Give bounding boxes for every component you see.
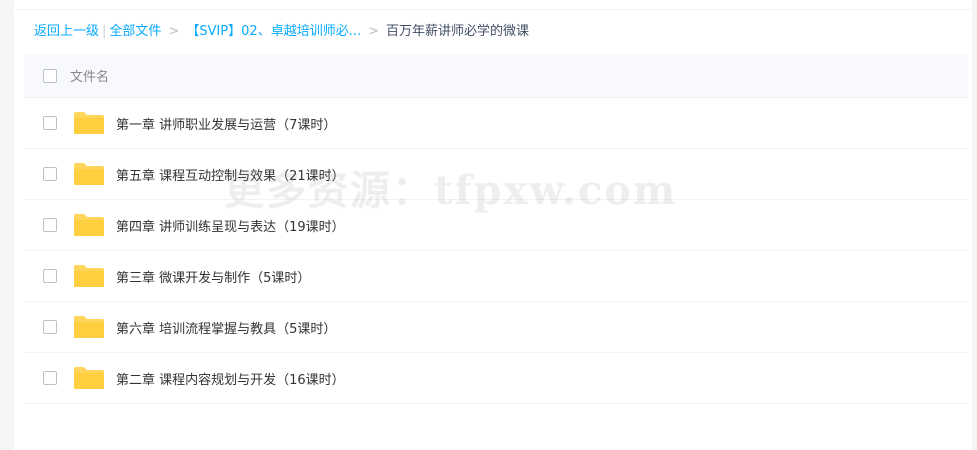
- file-name[interactable]: 第四章 讲师训练呈现与表达（19课时）: [116, 216, 345, 235]
- right-scrollbar-gutter: [972, 0, 977, 450]
- current-folder: 百万年薪讲师必学的微课: [386, 24, 530, 39]
- row-checkbox[interactable]: [43, 116, 57, 130]
- folder-icon: [74, 214, 104, 236]
- column-header-filename: 文件名: [70, 70, 110, 85]
- row-checkbox[interactable]: [43, 320, 57, 334]
- folder-icon: [74, 163, 104, 185]
- parent-folder-link[interactable]: 【SVIP】02、卓越培训师必...: [186, 24, 361, 39]
- file-row[interactable]: 第五章 课程互动控制与效果（21课时）: [24, 149, 968, 200]
- all-files-link[interactable]: 全部文件: [109, 24, 161, 39]
- file-name[interactable]: 第二章 课程内容规划与开发（16课时）: [116, 369, 345, 388]
- breadcrumb: 返回上一级 | 全部文件 > 【SVIP】02、卓越培训师必... > 百万年薪讲师必学的微…: [34, 23, 529, 41]
- select-all-checkbox[interactable]: [43, 68, 57, 83]
- file-row[interactable]: 第二章 课程内容规划与开发（16课时）: [24, 353, 968, 404]
- left-sidebar-gutter: [0, 0, 14, 450]
- folder-icon: [74, 367, 104, 389]
- file-name[interactable]: 第五章 课程互动控制与效果（21课时）: [116, 165, 345, 184]
- row-checkbox[interactable]: [43, 218, 57, 232]
- file-row[interactable]: 第三章 微课开发与制作（5课时）: [24, 251, 968, 302]
- file-row[interactable]: 第六章 培训流程掌握与教具（5课时）: [24, 302, 968, 353]
- row-checkbox[interactable]: [43, 269, 57, 283]
- back-link[interactable]: 返回上一级: [34, 24, 99, 39]
- row-checkbox[interactable]: [43, 371, 57, 385]
- folder-icon: [74, 112, 104, 134]
- top-divider: [14, 9, 972, 10]
- folder-icon: [74, 316, 104, 338]
- folder-icon: [74, 265, 104, 287]
- file-list: 文件名 第一章 讲师职业发展与运营（7课时） 第五章 课程互动控制与效果（21课…: [24, 54, 968, 404]
- row-checkbox[interactable]: [43, 167, 57, 181]
- breadcrumb-separator: >: [368, 24, 379, 39]
- file-list-header: 文件名: [24, 54, 968, 98]
- file-row[interactable]: 第四章 讲师训练呈现与表达（19课时）: [24, 200, 968, 251]
- file-name[interactable]: 第六章 培训流程掌握与教具（5课时）: [116, 318, 336, 337]
- file-name[interactable]: 第一章 讲师职业发展与运营（7课时）: [116, 114, 336, 133]
- file-row[interactable]: 第一章 讲师职业发展与运营（7课时）: [24, 98, 968, 149]
- file-name[interactable]: 第三章 微课开发与制作（5课时）: [116, 267, 310, 286]
- breadcrumb-separator: >: [168, 24, 180, 39]
- breadcrumb-divider: |: [102, 24, 107, 39]
